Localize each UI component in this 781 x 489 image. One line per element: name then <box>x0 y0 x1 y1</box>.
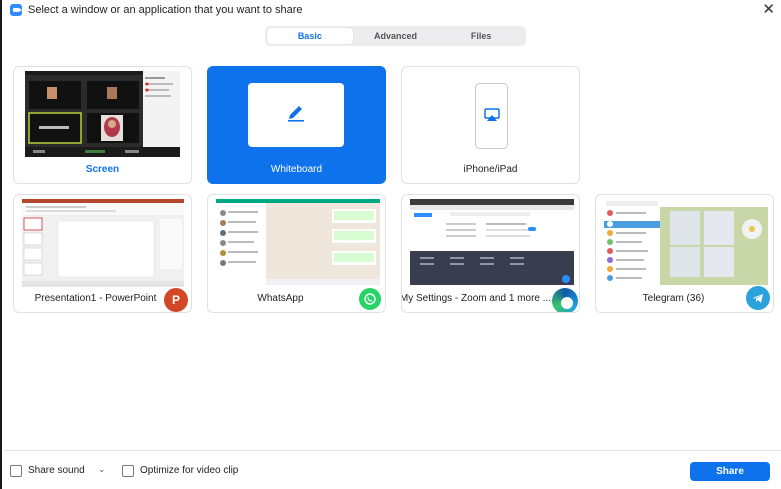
optimize-video-label: Optimize for video clip <box>140 465 239 476</box>
share-option-powerpoint[interactable]: Presentation1 - PowerPoint P <box>13 194 192 313</box>
optimize-video-checkbox[interactable] <box>122 465 134 477</box>
whatsapp-thumbnail <box>216 199 380 285</box>
airplay-phone-icon <box>475 83 508 149</box>
edge-thumbnail <box>410 199 574 285</box>
tab-basic[interactable]: Basic <box>267 28 353 44</box>
share-option-whatsapp[interactable]: WhatsApp <box>207 194 386 313</box>
edge-icon <box>552 288 578 312</box>
share-option-telegram[interactable]: Telegram (36) <box>595 194 774 313</box>
powerpoint-thumbnail <box>22 199 184 287</box>
pencil-icon <box>284 101 308 130</box>
share-option-edge[interactable]: My Settings - Zoom and 1 more ... <box>401 194 580 313</box>
screen-thumbnail <box>25 71 180 157</box>
share-tabs: Basic Advanced Files <box>265 26 526 46</box>
iphone-ipad-label: iPhone/iPad <box>463 164 518 175</box>
close-icon[interactable]: ✕ <box>762 2 775 17</box>
telegram-thumbnail <box>604 199 768 285</box>
title-bar: Select a window or an application that y… <box>4 0 781 20</box>
share-option-iphone-ipad[interactable]: iPhone/iPad <box>401 66 580 184</box>
share-sound-label: Share sound <box>28 465 85 476</box>
share-option-whiteboard[interactable]: Whiteboard <box>207 66 386 184</box>
share-option-screen[interactable]: Screen <box>13 66 192 184</box>
powerpoint-icon: P <box>164 288 188 312</box>
share-screen-dialog: Select a window or an application that y… <box>0 0 781 489</box>
telegram-icon <box>746 286 770 310</box>
whiteboard-thumbnail <box>248 83 344 147</box>
share-button[interactable]: Share <box>690 462 770 481</box>
screen-label: Screen <box>85 164 120 175</box>
share-sound-checkbox[interactable] <box>10 465 22 477</box>
bottom-bar: Share sound ⌄ Optimize for video clip Sh… <box>4 450 781 489</box>
chevron-down-icon[interactable]: ⌄ <box>98 464 106 475</box>
zoom-app-icon <box>10 4 22 16</box>
window-title: Select a window or an application that y… <box>28 4 303 16</box>
tab-advanced[interactable]: Advanced <box>353 28 439 44</box>
whatsapp-icon <box>359 288 381 310</box>
whiteboard-label: Whiteboard <box>270 164 323 175</box>
tab-files[interactable]: Files <box>438 28 524 44</box>
